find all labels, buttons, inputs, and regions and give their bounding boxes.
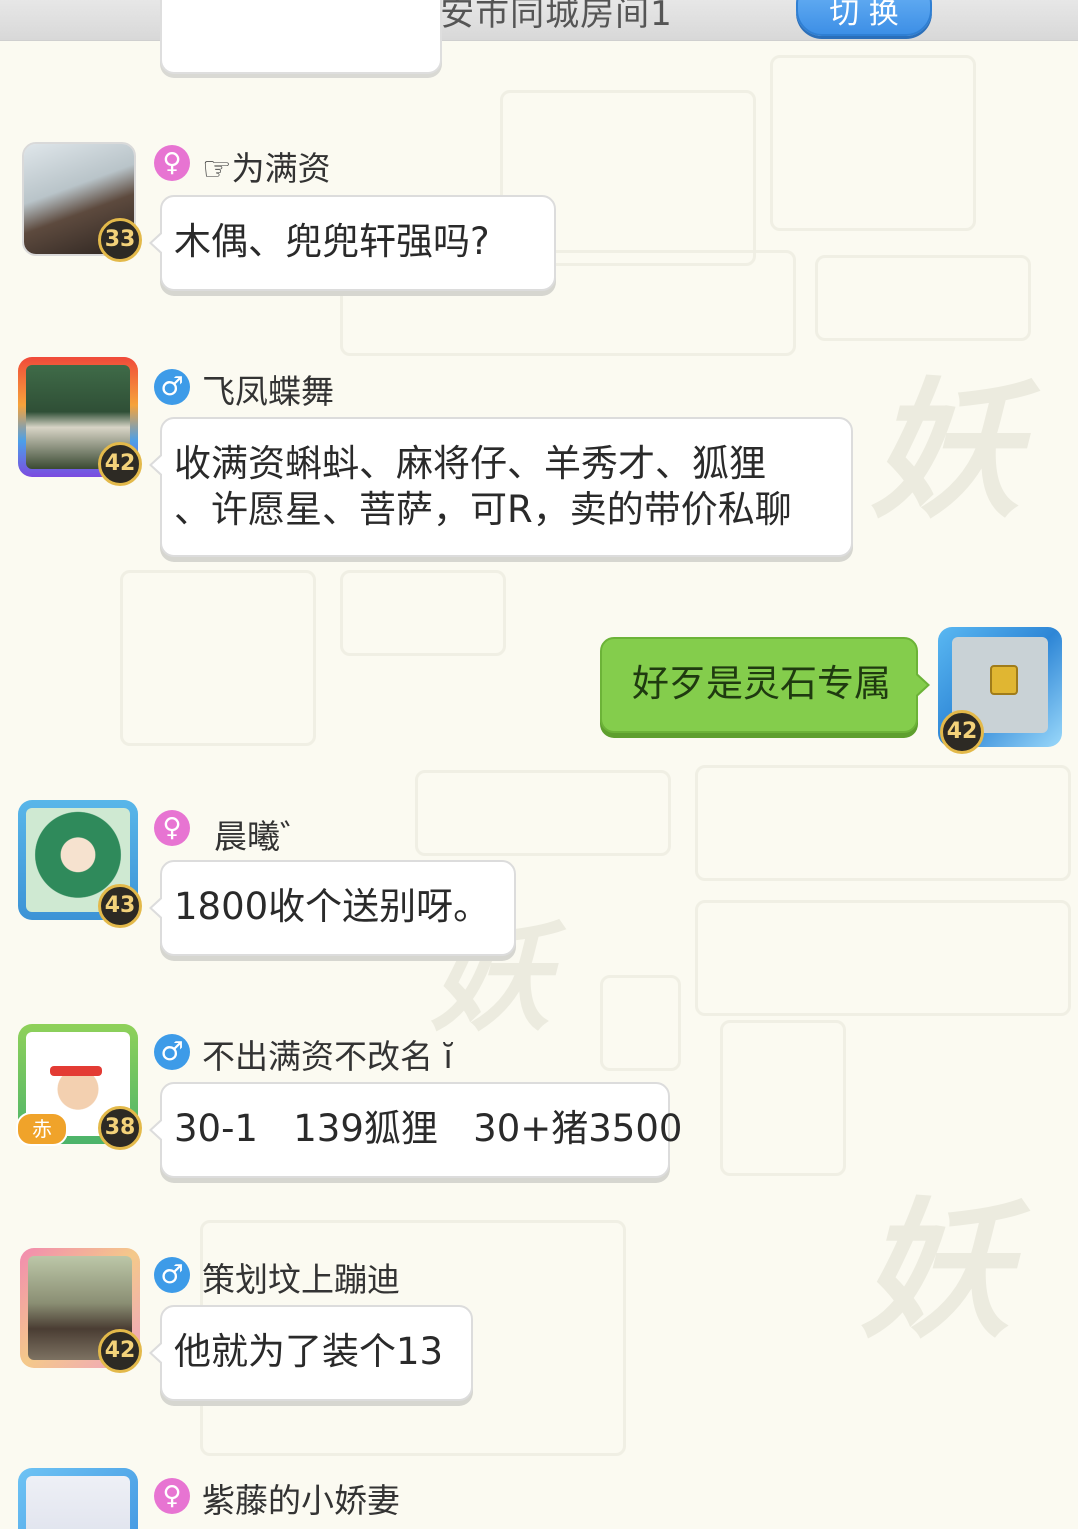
message-text: 、许愿星、菩萨，可R，卖的带价私聊 [174, 488, 792, 531]
message-text: 收满资蝌蚪、麻将仔、羊秀才、狐狸 [174, 442, 766, 485]
female-icon: ♀ [154, 810, 190, 846]
level-badge: 33 [98, 218, 142, 262]
female-icon: ♀ [154, 1478, 190, 1514]
previous-message-bubble [160, 0, 442, 74]
sender-nickname[interactable]: 不出满资不改名 ĭ [202, 1030, 453, 1078]
message-bubble: 木偶、兜兜轩强吗? [149, 195, 556, 291]
message-bubble: 30-1 139狐狸 30+猪3500 [149, 1082, 682, 1178]
message-bubble: 收满资蝌蚪、麻将仔、羊秀才、狐狸 、许愿星、菩萨，可R，卖的带价私聊 [149, 417, 853, 557]
sender-nickname[interactable]: ☞为满资 [202, 142, 331, 190]
chat-message: 43 ♀ 晨曦゛ 1800收个送别呀。 [0, 800, 1078, 970]
chat-message: 42 ♂ 策划坟上蹦迪 他就为了装个13 [0, 1245, 1078, 1415]
message-text: 木偶、兜兜轩强吗? [174, 220, 490, 263]
male-icon: ♂ [154, 1257, 190, 1293]
headband-icon [50, 1066, 102, 1076]
switch-room-button[interactable]: 切 换 [796, 0, 932, 36]
chat-message: 赤 38 ♂ 不出满资不改名 ĭ 30-1 139狐狸 30+猪3500 [0, 1022, 1078, 1192]
message-bubble: 1800收个送别呀。 [149, 860, 516, 956]
message-text: 1800收个送别呀。 [174, 885, 491, 928]
sender-nickname[interactable]: 飞凤蝶舞 [202, 365, 334, 413]
chat-message: ♀ 紫藤的小娇妻 [0, 1466, 1078, 1529]
message-bubble-mine: 好歹是灵石专属 [600, 637, 930, 733]
chat-message-mine: 好歹是灵石专属 42 [0, 625, 1078, 765]
avatar[interactable] [18, 1468, 138, 1529]
message-text: 他就为了装个13 [174, 1330, 444, 1373]
chat-message: 33 ♀ ☞为满资 木偶、兜兜轩强吗? [0, 140, 1078, 310]
sender-nickname[interactable]: 晨曦゛ [214, 810, 313, 858]
sender-nickname[interactable]: 策划坟上蹦迪 [202, 1253, 400, 1301]
male-icon: ♂ [154, 369, 190, 405]
male-icon: ♂ [154, 1034, 190, 1070]
level-badge: 38 [98, 1106, 142, 1150]
message-text: 好歹是灵石专属 [632, 662, 891, 705]
level-badge: 42 [98, 1329, 142, 1373]
level-badge: 42 [940, 710, 984, 754]
chat-message: 42 ♂ 飞凤蝶舞 收满资蝌蚪、麻将仔、羊秀才、狐狸 、许愿星、菩萨，可R，卖的… [0, 355, 1078, 575]
message-text: 30-1 139狐狸 30+猪3500 [174, 1107, 683, 1150]
level-badge: 42 [98, 442, 142, 486]
level-badge: 43 [98, 884, 142, 928]
rank-badge: 赤 [16, 1112, 68, 1146]
female-icon: ♀ [154, 145, 190, 181]
message-bubble: 他就为了装个13 [149, 1305, 473, 1401]
lock-icon [990, 665, 1018, 695]
sender-nickname[interactable]: 紫藤的小娇妻 [202, 1474, 400, 1522]
anime-girl-avatar [26, 1476, 130, 1529]
